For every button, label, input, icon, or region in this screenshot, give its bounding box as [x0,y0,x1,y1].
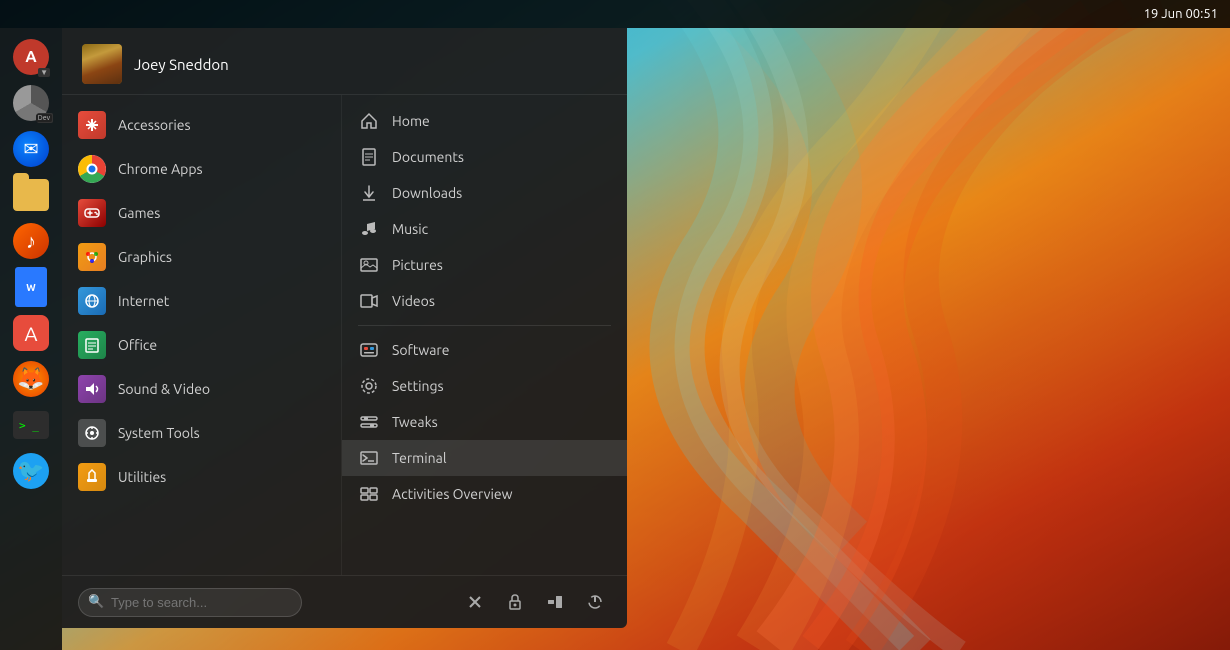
chrome-apps-icon [78,155,106,183]
thunderbird-button[interactable]: ✉ [10,128,52,170]
place-software[interactable]: Software [342,332,627,368]
settings-icon [358,375,380,397]
category-sound-video-label: Sound & Video [118,381,210,397]
terminal-menu-icon [358,447,380,469]
chrome-dev-button[interactable]: Dev [10,82,52,124]
category-internet-label: Internet [118,293,169,309]
pictures-icon [358,254,380,276]
internet-icon [78,287,106,315]
writer-button[interactable]: W [10,266,52,308]
power-button[interactable] [579,586,611,618]
suspend-button[interactable] [539,586,571,618]
place-pictures[interactable]: Pictures [342,247,627,283]
category-sound-video[interactable]: Sound & Video [62,367,341,411]
rhythmbox-button[interactable]: ♪ [10,220,52,262]
category-utilities-label: Utilities [118,469,166,485]
place-settings[interactable]: Settings [342,368,627,404]
videos-icon [358,290,380,312]
home-icon [358,110,380,132]
category-office-label: Office [118,337,157,353]
menu-body: Accessories Chrome Apps Games [62,95,627,575]
place-terminal-label: Terminal [392,450,447,466]
tweaks-icon [358,411,380,433]
twitter-icon: 🐦 [13,453,49,489]
separator-1 [358,325,611,326]
place-home-label: Home [392,113,430,129]
place-downloads-label: Downloads [392,185,462,201]
user-avatar [82,44,122,84]
category-utilities[interactable]: Utilities [62,455,341,499]
places-panel: Home Documents Downloads Music [342,95,627,575]
user-avatar-image [82,44,122,84]
place-terminal[interactable]: Terminal [342,440,627,476]
category-system-tools-label: System Tools [118,425,200,441]
place-settings-label: Settings [392,378,444,394]
place-activities[interactable]: Activities Overview [342,476,627,512]
dock: A ▼ Dev ✉ ♪ W A 🦊 > _ 🐦 [0,28,62,650]
category-graphics[interactable]: Graphics [62,235,341,279]
documents-icon [358,146,380,168]
category-accessories-label: Accessories [118,117,191,133]
chrome-dev-icon: Dev [13,85,49,121]
office-icon [78,331,106,359]
terminal-dock-button[interactable]: > _ [10,404,52,446]
place-music[interactable]: Music [342,211,627,247]
place-documents-label: Documents [392,149,464,165]
category-chrome-apps[interactable]: Chrome Apps [62,147,341,191]
panel-clock: 19 Jun 00:51 [1144,7,1218,21]
utilities-icon [78,463,106,491]
place-tweaks-label: Tweaks [392,414,438,430]
thunderbird-icon: ✉ [13,131,49,167]
place-software-label: Software [392,342,449,358]
firefox-icon: 🦊 [13,361,49,397]
category-office[interactable]: Office [62,323,341,367]
category-games-label: Games [118,205,160,221]
activities-icon [358,483,380,505]
menu-footer: 🔍 [62,575,627,628]
graphics-icon [78,243,106,271]
terminal-dock-icon: > _ [13,411,49,439]
appstore-icon: A [13,315,49,351]
dropdown-indicator: ▼ [38,68,50,77]
categories-panel: Accessories Chrome Apps Games [62,95,342,575]
accessories-icon [78,111,106,139]
category-system-tools[interactable]: System Tools [62,411,341,455]
category-graphics-label: Graphics [118,249,172,265]
appstore-button[interactable]: A [10,312,52,354]
place-videos[interactable]: Videos [342,283,627,319]
lock-button[interactable] [499,586,531,618]
user-name: Joey Sneddon [134,56,229,73]
games-icon [78,199,106,227]
software-icon [358,339,380,361]
place-activities-label: Activities Overview [392,486,512,502]
archmenu-button[interactable]: A ▼ [10,36,52,78]
system-tools-icon [78,419,106,447]
place-documents[interactable]: Documents [342,139,627,175]
place-music-label: Music [392,221,428,237]
category-chrome-apps-label: Chrome Apps [118,161,203,177]
firefox-button[interactable]: 🦊 [10,358,52,400]
music-icon [358,218,380,240]
close-button[interactable] [459,586,491,618]
category-internet[interactable]: Internet [62,279,341,323]
top-panel: 19 Jun 00:51 [0,0,1230,28]
downloads-icon [358,182,380,204]
search-wrapper: 🔍 [78,588,451,617]
rhythmbox-icon: ♪ [13,223,49,259]
sound-video-icon [78,375,106,403]
place-home[interactable]: Home [342,103,627,139]
menu-header: Joey Sneddon [62,28,627,95]
app-menu: Joey Sneddon Accessories Chrome Apps [62,28,627,628]
place-downloads[interactable]: Downloads [342,175,627,211]
category-accessories[interactable]: Accessories [62,103,341,147]
writer-icon: W [15,267,47,307]
folder-icon [13,179,49,211]
search-input[interactable] [78,588,302,617]
twitter-button[interactable]: 🐦 [10,450,52,492]
place-videos-label: Videos [392,293,435,309]
place-pictures-label: Pictures [392,257,443,273]
place-tweaks[interactable]: Tweaks [342,404,627,440]
files-button[interactable] [10,174,52,216]
category-games[interactable]: Games [62,191,341,235]
